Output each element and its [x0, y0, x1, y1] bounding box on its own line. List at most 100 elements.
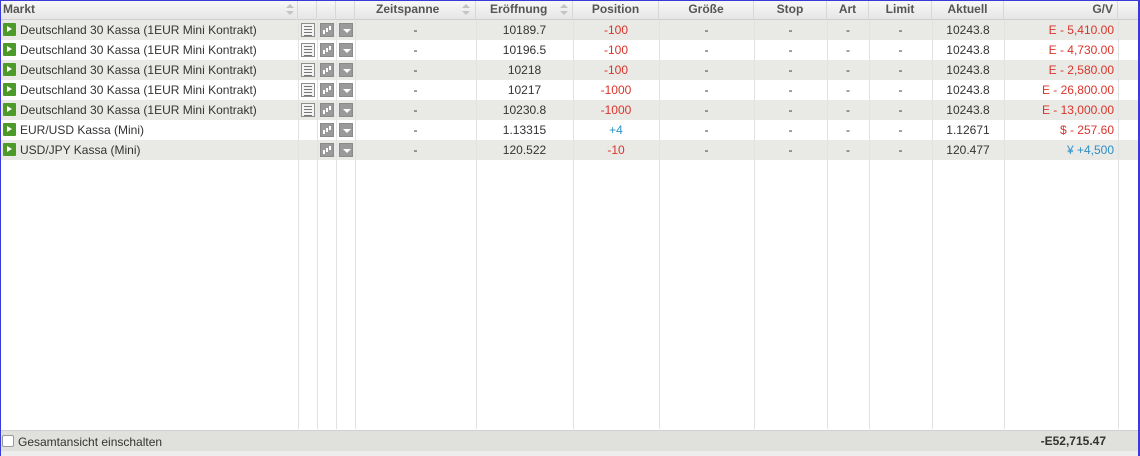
cell-gv: E - 2,580.00 — [1048, 63, 1114, 77]
column-header-eroeffnung-label: Eröffnung — [490, 2, 548, 16]
column-header-stop[interactable]: Stop — [754, 1, 827, 20]
cell-art: - — [846, 103, 850, 117]
cell-position: -100 — [603, 63, 629, 77]
column-divider — [1118, 20, 1119, 429]
cell-markt[interactable]: Deutschland 30 Kassa (1EUR Mini Kontrakt… — [20, 40, 296, 60]
column-header-eroeffnung[interactable]: Eröffnung — [476, 1, 573, 20]
cell-aktuell: 10243.8 — [946, 103, 990, 117]
cell-groesse: - — [704, 83, 709, 97]
cell-markt[interactable]: Deutschland 30 Kassa (1EUR Mini Kontrakt… — [20, 20, 296, 40]
cell-art: - — [846, 23, 850, 37]
table-row[interactable]: EUR/USD Kassa (Mini) - 1.13315 +4 - - - - 1.1267… — [1, 120, 1138, 140]
cell-eroeffnung: 120.522 — [502, 143, 547, 157]
column-divider — [476, 20, 477, 429]
cell-groesse: - — [704, 143, 709, 157]
column-header-markt[interactable]: Markt — [1, 1, 298, 20]
cell-zeitspanne: - — [413, 123, 418, 137]
cell-eroeffnung: 10230.8 — [502, 103, 547, 117]
play-icon[interactable] — [3, 23, 16, 36]
sort-icon[interactable] — [462, 4, 470, 16]
cell-markt[interactable]: Deutschland 30 Kassa (1EUR Mini Kontrakt… — [20, 100, 296, 120]
dropdown-icon[interactable] — [339, 103, 353, 117]
cell-markt[interactable]: Deutschland 30 Kassa (1EUR Mini Kontrakt… — [20, 60, 296, 80]
cell-markt[interactable]: EUR/USD Kassa (Mini) — [20, 120, 296, 140]
cell-limit: - — [898, 83, 903, 97]
play-icon[interactable] — [3, 103, 16, 116]
column-header-aktuell-label: Aktuell — [947, 2, 988, 16]
column-header-menu — [336, 1, 355, 20]
column-header-gv[interactable]: G/V — [1004, 1, 1118, 20]
details-icon[interactable] — [301, 103, 315, 117]
cell-gv: E - 13,000.00 — [1041, 103, 1114, 117]
table-row[interactable]: USD/JPY Kassa (Mini) - 120.522 -10 - - - - 120.4… — [1, 140, 1138, 160]
column-divider — [573, 20, 574, 429]
cell-groesse: - — [704, 23, 709, 37]
overview-checkbox-label[interactable]: Gesamtansicht einschalten — [18, 435, 162, 449]
chart-icon[interactable] — [320, 63, 334, 77]
table-row[interactable]: Deutschland 30 Kassa (1EUR Mini Kontrakt… — [1, 80, 1138, 100]
dropdown-icon[interactable] — [339, 123, 353, 137]
dropdown-icon[interactable] — [339, 23, 353, 37]
cell-stop: - — [788, 143, 793, 157]
cell-gv: E - 4,730.00 — [1048, 43, 1114, 57]
total-profit-loss: -E52,715.47 — [1040, 434, 1106, 448]
column-divider — [298, 20, 299, 429]
chart-icon[interactable] — [320, 103, 334, 117]
dropdown-icon[interactable] — [339, 143, 353, 157]
details-icon[interactable] — [301, 23, 315, 37]
column-header-chart — [317, 1, 336, 20]
chart-icon[interactable] — [320, 43, 334, 57]
chart-icon[interactable] — [320, 123, 334, 137]
details-icon[interactable] — [301, 63, 315, 77]
bottom-strip — [1, 451, 1138, 456]
cell-stop: - — [788, 63, 793, 77]
dropdown-icon[interactable] — [339, 63, 353, 77]
cell-markt[interactable]: Deutschland 30 Kassa (1EUR Mini Kontrakt… — [20, 80, 296, 100]
table-row[interactable]: Deutschland 30 Kassa (1EUR Mini Kontrakt… — [1, 20, 1138, 40]
details-icon[interactable] — [301, 43, 315, 57]
details-icon[interactable] — [301, 83, 315, 97]
column-header-art[interactable]: Art — [827, 1, 869, 20]
sort-icon[interactable] — [286, 4, 294, 16]
column-header-art-label: Art — [838, 2, 857, 16]
cell-position: +4 — [609, 123, 623, 137]
column-divider — [869, 20, 870, 429]
cell-position: -1000 — [600, 103, 632, 117]
column-header-groesse[interactable]: Größe — [659, 1, 754, 20]
cell-aktuell: 10243.8 — [946, 23, 990, 37]
cell-eroeffnung: 10218 — [507, 63, 542, 77]
cell-stop: - — [788, 123, 793, 137]
table-row[interactable]: Deutschland 30 Kassa (1EUR Mini Kontrakt… — [1, 60, 1138, 80]
table-row[interactable]: Deutschland 30 Kassa (1EUR Mini Kontrakt… — [1, 40, 1138, 60]
cell-eroeffnung: 1.13315 — [502, 123, 547, 137]
play-icon[interactable] — [3, 143, 16, 156]
cell-art: - — [846, 43, 850, 57]
play-icon[interactable] — [3, 83, 16, 96]
overview-checkbox[interactable] — [2, 435, 14, 447]
dropdown-icon[interactable] — [339, 83, 353, 97]
play-icon[interactable] — [3, 63, 16, 76]
chart-icon[interactable] — [320, 83, 334, 97]
column-header-zeitspanne[interactable]: Zeitspanne — [355, 1, 476, 20]
play-icon[interactable] — [3, 123, 16, 136]
chart-icon[interactable] — [320, 23, 334, 37]
cell-groesse: - — [704, 123, 709, 137]
cell-gv: ¥ +4,500 — [1066, 143, 1114, 157]
cell-position: -100 — [603, 23, 629, 37]
column-header-aktuell[interactable]: Aktuell — [932, 1, 1004, 20]
column-divider — [754, 20, 755, 429]
cell-gv: E - 5,410.00 — [1048, 23, 1114, 37]
column-header-gv-label: G/V — [1092, 2, 1113, 16]
dropdown-icon[interactable] — [339, 43, 353, 57]
cell-position: -10 — [607, 143, 625, 157]
cell-aktuell: 10243.8 — [946, 63, 990, 77]
column-divider — [827, 20, 828, 429]
play-icon[interactable] — [3, 43, 16, 56]
column-header-position[interactable]: Position — [573, 1, 659, 20]
sort-icon[interactable] — [560, 4, 568, 16]
cell-eroeffnung: 10217 — [507, 83, 542, 97]
table-row[interactable]: Deutschland 30 Kassa (1EUR Mini Kontrakt… — [1, 100, 1138, 120]
column-header-limit[interactable]: Limit — [869, 1, 932, 20]
cell-markt[interactable]: USD/JPY Kassa (Mini) — [20, 140, 296, 160]
chart-icon[interactable] — [320, 143, 334, 157]
